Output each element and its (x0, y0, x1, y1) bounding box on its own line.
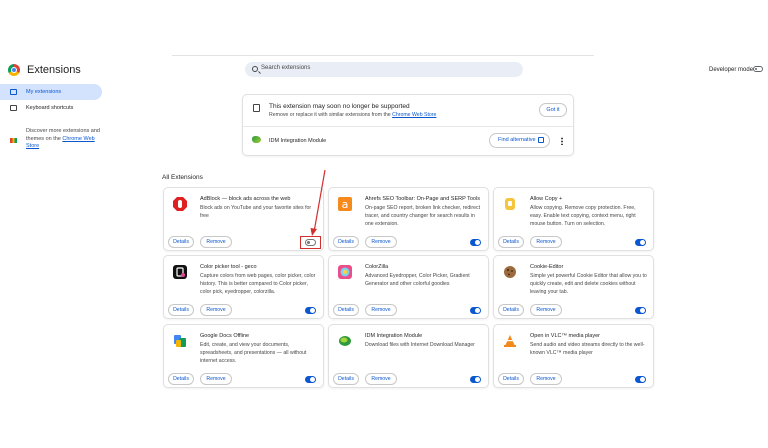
extension-description: Simple yet powerful Cookie Editor that a… (530, 273, 647, 295)
more-options-icon[interactable] (561, 137, 563, 145)
got-it-button[interactable]: Got it (539, 103, 567, 117)
extension-toggle[interactable] (470, 376, 481, 383)
chrome-logo-icon (8, 64, 20, 76)
extension-description: Send audio and video streams directly to… (530, 342, 645, 356)
idm-icon (252, 136, 261, 143)
extension-card-google-docs-offline: Google Docs Offline Edit, create, and vi… (163, 324, 324, 388)
details-button[interactable]: Details (498, 304, 524, 316)
extension-description: Advanced Eyedropper, Color Picker, Gradi… (365, 273, 470, 287)
web-store-icon (10, 138, 17, 143)
remove-button[interactable]: Remove (200, 304, 232, 316)
details-button[interactable]: Details (168, 373, 194, 385)
svg-text:a: a (342, 198, 349, 211)
all-extensions-heading: All Extensions (162, 174, 203, 181)
keyboard-icon (10, 105, 17, 111)
adblock-icon (173, 197, 187, 211)
page-header: Extensions Search extensions Developer m… (0, 60, 768, 82)
open-external-icon (538, 137, 544, 143)
vlc-icon (504, 335, 516, 347)
warning-divider (243, 126, 573, 127)
allow-copy-icon (505, 198, 515, 210)
colorzilla-icon (338, 265, 352, 279)
cookie-icon (504, 266, 516, 278)
extension-description: On-page SEO report, broken link checker,… (365, 205, 481, 227)
extension-name: Allow Copy + (530, 196, 563, 202)
page-title: Extensions (27, 64, 81, 76)
remove-button[interactable]: Remove (200, 373, 232, 385)
remove-button[interactable]: Remove (530, 304, 562, 316)
details-button[interactable]: Details (333, 236, 359, 248)
extension-name: Open in VLC™ media player (530, 333, 601, 339)
details-button[interactable]: Details (333, 373, 359, 385)
search-icon (252, 66, 258, 72)
extension-card-colorzilla: ColorZilla Advanced Eyedropper, Color Pi… (328, 255, 489, 319)
extension-name: IDM Integration Module (365, 333, 423, 339)
warning-extension-name: IDM Integration Module (269, 138, 327, 144)
toggle-highlight-box (300, 236, 321, 249)
extension-card-vlc: Open in VLC™ media player Send audio and… (493, 324, 654, 388)
sidebar-item-keyboard-shortcuts[interactable]: Keyboard shortcuts (0, 100, 102, 116)
details-button[interactable]: Details (498, 373, 524, 385)
extension-toggle[interactable] (635, 307, 646, 314)
sidebar-item-label: Keyboard shortcuts (26, 105, 74, 111)
warning-subtitle: Remove or replace it with similar extens… (269, 112, 437, 118)
details-button[interactable]: Details (333, 304, 359, 316)
developer-mode-label: Developer mode (709, 67, 754, 73)
developer-mode-toggle[interactable] (753, 66, 763, 72)
extension-card-cookie-editor: Cookie-Editor Simple yet powerful Cookie… (493, 255, 654, 319)
extension-name: Cookie-Editor (530, 264, 564, 270)
remove-button[interactable]: Remove (530, 373, 562, 385)
find-alternative-button[interactable]: Find alternative (489, 133, 550, 148)
google-docs-icon (174, 335, 186, 347)
extension-name: Color picker tool - geco (200, 264, 257, 270)
warning-web-store-link[interactable]: Chrome Web Store (392, 112, 436, 118)
extension-description: Edit, create, and view your documents, s… (200, 342, 307, 364)
remove-button[interactable]: Remove (365, 373, 397, 385)
details-button[interactable]: Details (168, 304, 194, 316)
extension-description: Download files with Internet Download Ma… (365, 342, 475, 348)
extension-toggle[interactable] (470, 239, 481, 246)
sidebar-item-label: My extensions (26, 89, 62, 95)
extension-toggle[interactable] (305, 307, 316, 314)
extension-description: Capture colors from web pages, color pic… (200, 273, 316, 295)
extension-description: Block ads on YouTube and your favorite s… (200, 205, 312, 219)
discover-text: Discover more extensions and themes on t… (26, 128, 100, 149)
extension-description: Allow copying. Remove copy protection. F… (530, 205, 636, 227)
ahrefs-icon: a (338, 197, 352, 211)
search-input[interactable]: Search extensions (245, 62, 523, 77)
idm-icon (339, 336, 351, 346)
search-placeholder: Search extensions (261, 65, 311, 71)
remove-button[interactable]: Remove (365, 304, 397, 316)
top-divider (172, 55, 594, 56)
extension-toggle[interactable] (305, 376, 316, 383)
geco-icon (173, 265, 187, 279)
puzzle-icon (10, 89, 17, 95)
extension-toggle[interactable] (635, 376, 646, 383)
extension-name: Google Docs Offline (200, 333, 250, 339)
extension-toggle[interactable] (635, 239, 646, 246)
details-button[interactable]: Details (168, 236, 194, 248)
remove-button[interactable]: Remove (365, 236, 397, 248)
extension-card-idm: IDM Integration Module Download files wi… (328, 324, 489, 388)
warning-title: This extension may soon no longer be sup… (269, 103, 410, 110)
remove-button[interactable]: Remove (530, 236, 562, 248)
sidebar-item-my-extensions[interactable]: My extensions (0, 84, 102, 100)
unsupported-extension-warning: This extension may soon no longer be sup… (242, 94, 574, 156)
extension-name: ColorZilla (365, 264, 389, 270)
extension-card-ahrefs: a Ahrefs SEO Toolbar: On-Page and SERP T… (328, 187, 489, 251)
extension-toggle[interactable] (470, 307, 481, 314)
extension-name: Ahrefs SEO Toolbar: On-Page and SERP Too… (365, 196, 480, 202)
details-button[interactable]: Details (498, 236, 524, 248)
extension-card-allow-copy: Allow Copy + Allow copying. Remove copy … (493, 187, 654, 251)
extension-warning-icon (253, 104, 260, 112)
remove-button[interactable]: Remove (200, 236, 232, 248)
extension-card-geco: Color picker tool - geco Capture colors … (163, 255, 324, 319)
extension-name: AdBlock — block ads across the web (200, 196, 291, 202)
